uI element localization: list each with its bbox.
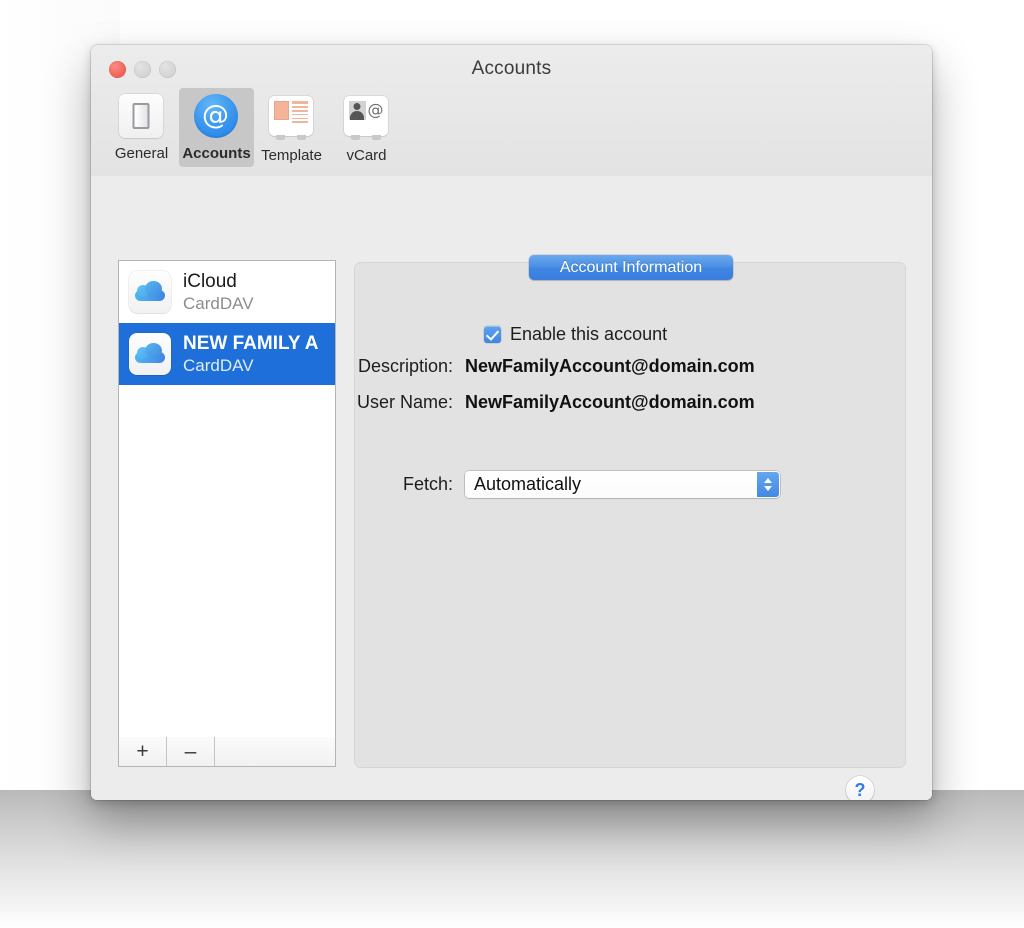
toolbar-item-general[interactable]: General [104,88,179,167]
username-label: User Name: [356,392,453,412]
accounts-list[interactable]: iCloud CardDAV NEW FAMILY A CardDAV [118,260,336,738]
toolbar-label-general: General [114,145,169,162]
toolbar-label-accounts: Accounts [182,145,251,162]
username-row: User Name: NewFamilyAccount@domain.com [263,392,755,413]
enable-account-label: Enable this account [510,324,668,344]
footer-spacer [215,737,335,766]
window-title: Accounts [471,58,552,79]
at-sign-icon: @ [367,100,384,119]
general-icon-wrap [118,94,165,140]
template-photo-block [273,101,289,120]
description-value: NewFamilyAccount@domain.com [465,356,755,376]
fetch-selected-value: Automatically [474,474,582,494]
toolbar-item-vcard[interactable]: @ vCard [329,88,404,169]
toolbar-item-template[interactable]: Template [254,88,329,169]
at-sign-circle-icon: @ [193,94,238,138]
fetch-label: Fetch: [402,474,453,494]
account-name: NEW FAMILY A [183,333,319,354]
description-label: Description: [357,356,453,376]
toolbar-item-accounts[interactable]: @ Accounts [179,88,254,167]
accounts-list-footer: + – [118,737,336,767]
vcard-person-at-icon: @ [343,96,388,140]
add-account-button[interactable]: + [119,737,167,766]
preferences-toolbar: General @ Accounts Template @ vCard [104,88,404,169]
toolbar-label-vcard: vCard [346,147,387,164]
description-row: Description: NewFamilyAccount@domain.com [263,356,755,377]
tab-account-information[interactable]: Account Information [529,255,733,280]
enable-account-row: Enable this account [484,324,667,345]
account-row-icloud[interactable]: iCloud CardDAV [119,261,335,323]
icloud-cloud-icon [129,333,171,375]
account-type: CardDAV [183,294,254,313]
card-feet [269,135,313,140]
card-feet [344,135,388,140]
template-text-lines [291,101,308,123]
account-row-text: iCloud CardDAV [183,270,254,314]
toolbar-label-template: Template [261,147,322,164]
help-button-label: ? [854,780,866,800]
icloud-cloud-icon [129,271,171,313]
template-icon-wrap [268,96,315,142]
help-button[interactable]: ? [846,776,874,800]
enable-account-checkbox[interactable] [484,326,501,343]
remove-account-button[interactable]: – [167,737,215,766]
person-silhouette-icon [348,101,366,120]
fetch-row: Fetch: Automatically [263,471,780,498]
window-titlebar: Accounts General @ Accounts Template @ v… [91,45,932,177]
accounts-icon-wrap: @ [193,94,240,140]
username-value: NewFamilyAccount@domain.com [465,392,755,412]
tab-account-information-label: Account Information [559,258,703,276]
chevron-updown-icon[interactable] [757,472,779,497]
contact-card-icon [118,94,163,138]
account-name: iCloud [183,271,237,292]
fetch-select[interactable]: Automatically [465,471,780,498]
accounts-preferences-window: Accounts General @ Accounts Template @ v… [91,45,932,800]
backdrop-gradient-bottom [0,790,1024,928]
vcard-icon-wrap: @ [343,96,390,142]
template-card-icon [268,96,313,140]
preferences-body: iCloud CardDAV NEW FAMILY A CardDAV + – [91,176,932,800]
